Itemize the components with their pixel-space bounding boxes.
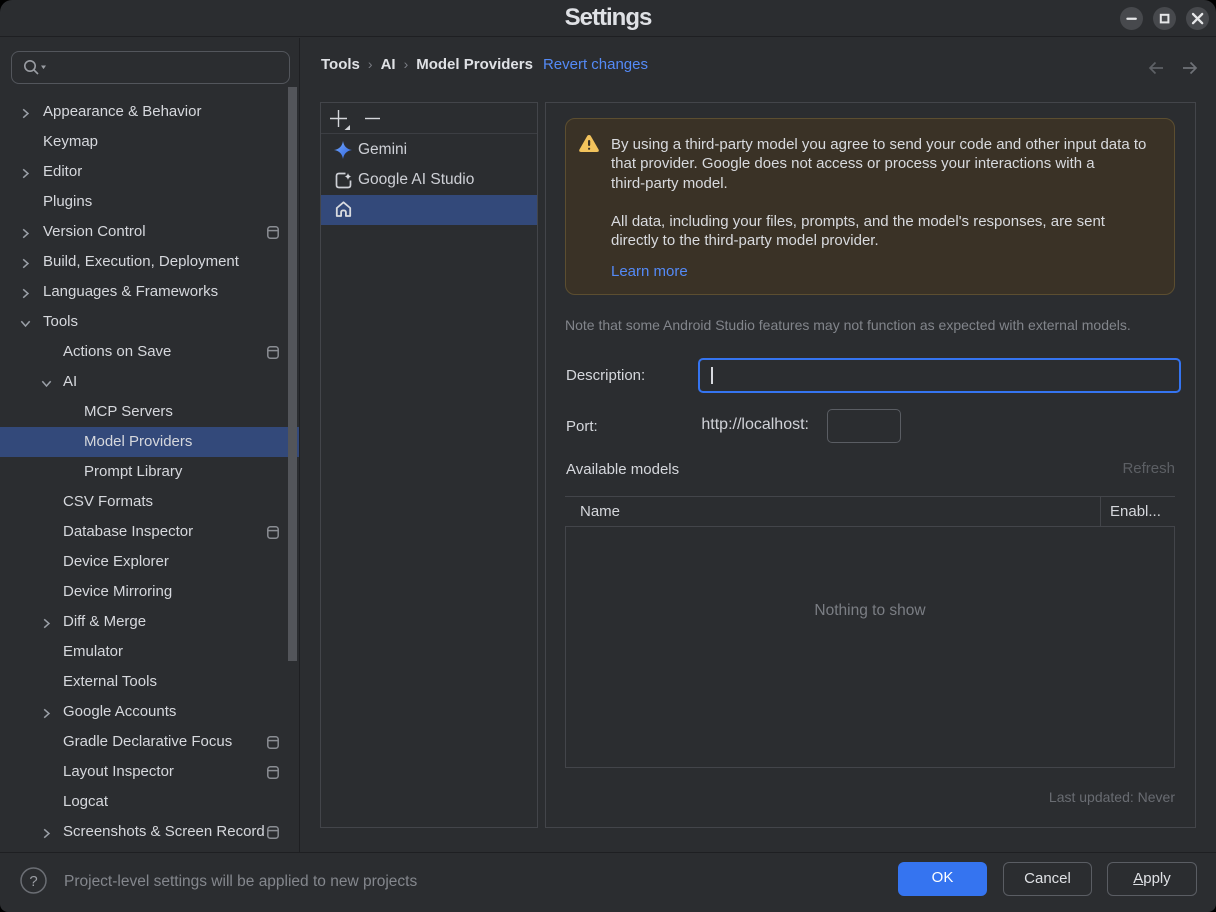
svg-text:?: ? <box>29 873 37 890</box>
